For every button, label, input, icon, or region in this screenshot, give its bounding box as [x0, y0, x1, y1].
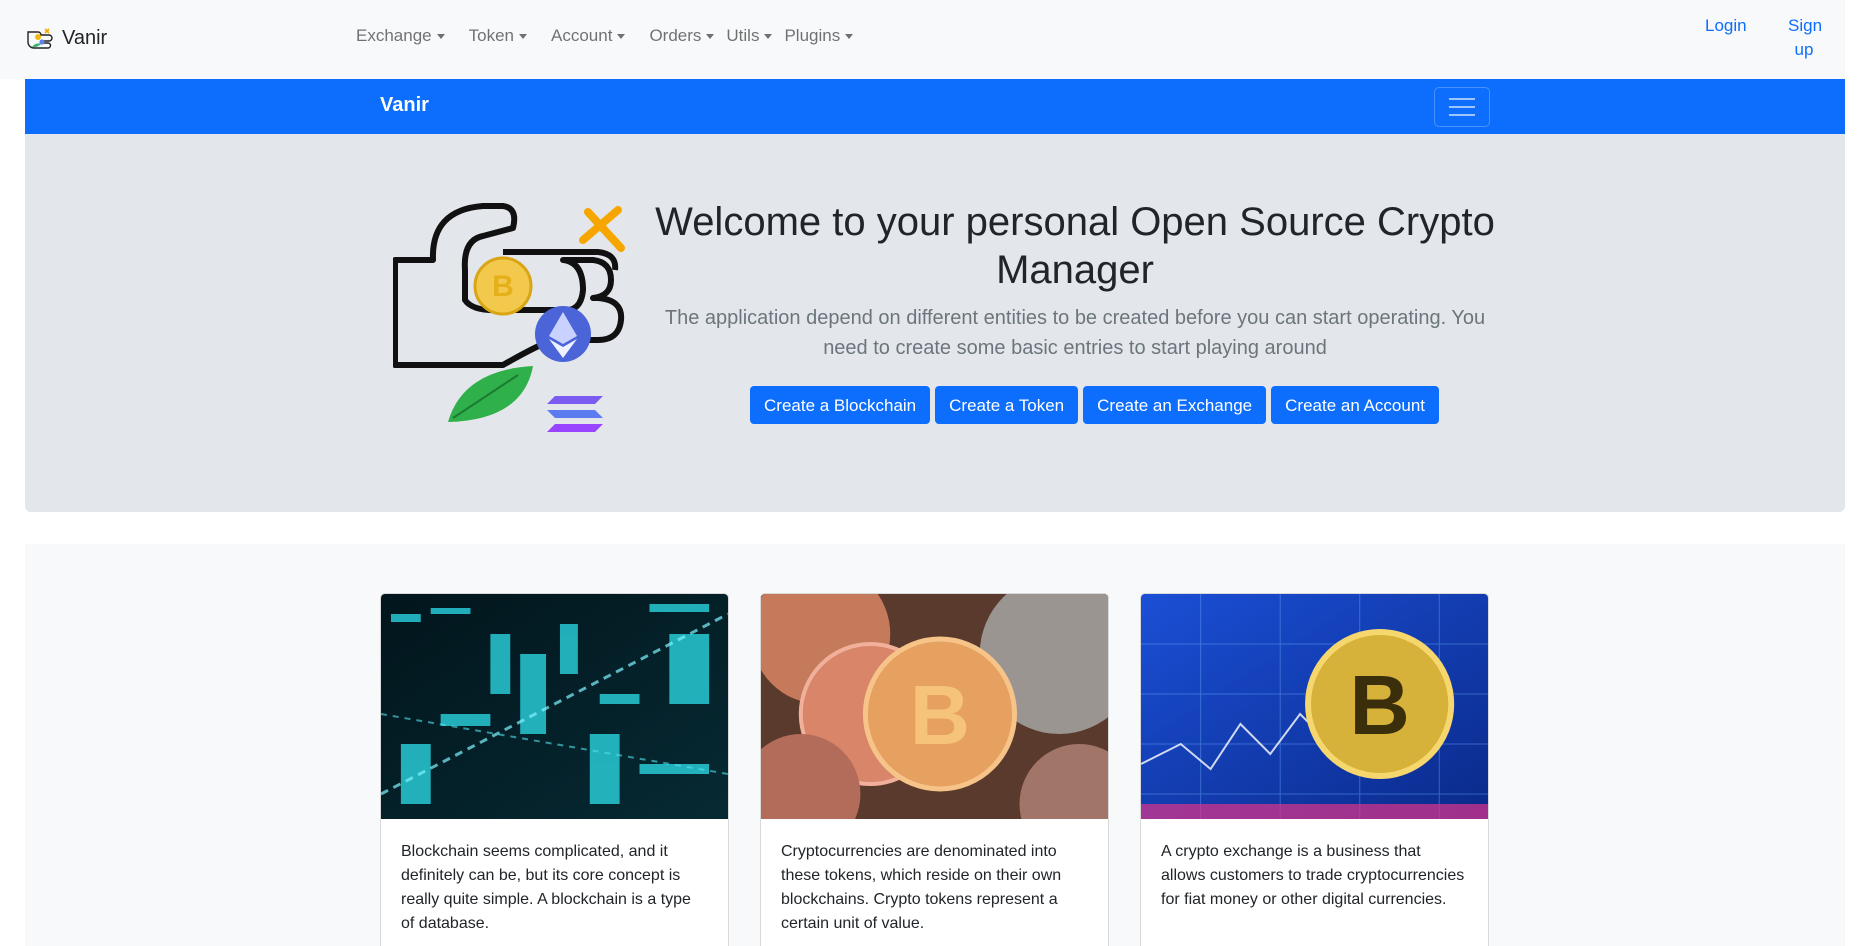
menu-utils-label: Utils [726, 26, 760, 45]
create-account-button[interactable]: Create an Account [1271, 386, 1439, 424]
menu-orders-label: Orders [649, 26, 702, 45]
signup-link[interactable]: Sign up [1788, 14, 1823, 62]
create-token-button[interactable]: Create a Token [935, 386, 1079, 424]
hero-buttons: Create a Blockchain Create a Token Creat… [750, 386, 1439, 424]
menu-exchange-label: Exchange [356, 26, 432, 45]
create-blockchain-button[interactable]: Create a Blockchain [750, 386, 931, 424]
brand-link[interactable]: Vanir [24, 22, 107, 54]
bitcoin-exchange-image: B [1141, 594, 1488, 819]
signup-label-line1: Sign [1788, 16, 1823, 35]
blockchain-image [381, 594, 728, 819]
cards-section: Blockchain seems complicated, and it def… [25, 544, 1845, 946]
create-exchange-button[interactable]: Create an Exchange [1083, 386, 1267, 424]
chevron-down-icon [706, 33, 715, 39]
hero-section: B Welcome to your personal Open Source C… [25, 134, 1845, 512]
secondary-brand[interactable]: Vanir [380, 94, 429, 117]
hero-title: Welcome to your personal Open Source Cry… [655, 200, 1495, 292]
menu-account-label: Account [551, 26, 613, 45]
chevron-down-icon [845, 33, 854, 39]
menu-plugins[interactable]: Plugins [784, 26, 854, 46]
menu-token[interactable]: Token [469, 26, 527, 46]
menu-exchange[interactable]: Exchange [356, 26, 445, 46]
signup-label-line2: up [1794, 40, 1814, 59]
chevron-down-icon [436, 33, 445, 39]
chevron-down-icon [617, 33, 626, 39]
card-token-text: Cryptocurrencies are denominated into th… [781, 843, 1062, 932]
menu-token-label: Token [468, 26, 514, 45]
login-link[interactable]: Login [1705, 14, 1747, 38]
card-blockchain: Blockchain seems complicated, and it def… [380, 593, 729, 946]
svg-text:B: B [910, 668, 970, 762]
card-token: B Cryptocurrencies are denominated into … [760, 593, 1109, 946]
menu-plugins-label: Plugins [784, 26, 841, 45]
brand-name: Vanir [62, 26, 108, 49]
top-navbar: Vanir Exchange Token Account Orders Util… [0, 0, 1845, 79]
crypto-hand-illustration: B [393, 203, 625, 432]
card-exchange: B A crypto exchange is a business that a… [1140, 593, 1489, 946]
coins-image: B [761, 594, 1108, 819]
svg-text:B: B [1349, 658, 1409, 752]
chevron-down-icon [764, 33, 773, 39]
menu-utils[interactable]: Utils [726, 26, 773, 46]
chevron-down-icon [519, 33, 527, 39]
card-exchange-text: A crypto exchange is a business that all… [1161, 843, 1465, 908]
menu-orders[interactable]: Orders [649, 26, 715, 46]
menu-account[interactable]: Account [551, 26, 626, 46]
hamburger-menu-icon[interactable] [1434, 87, 1490, 127]
card-blockchain-text: Blockchain seems complicated, and it def… [401, 843, 691, 932]
secondary-navbar: Vanir [25, 79, 1845, 134]
vanir-logo-icon [27, 28, 53, 49]
svg-text:B: B [492, 270, 514, 303]
main-menu: Exchange Token Account Orders Utils Plug… [356, 26, 877, 46]
hero-lead: The application depend on different enti… [664, 307, 1486, 359]
